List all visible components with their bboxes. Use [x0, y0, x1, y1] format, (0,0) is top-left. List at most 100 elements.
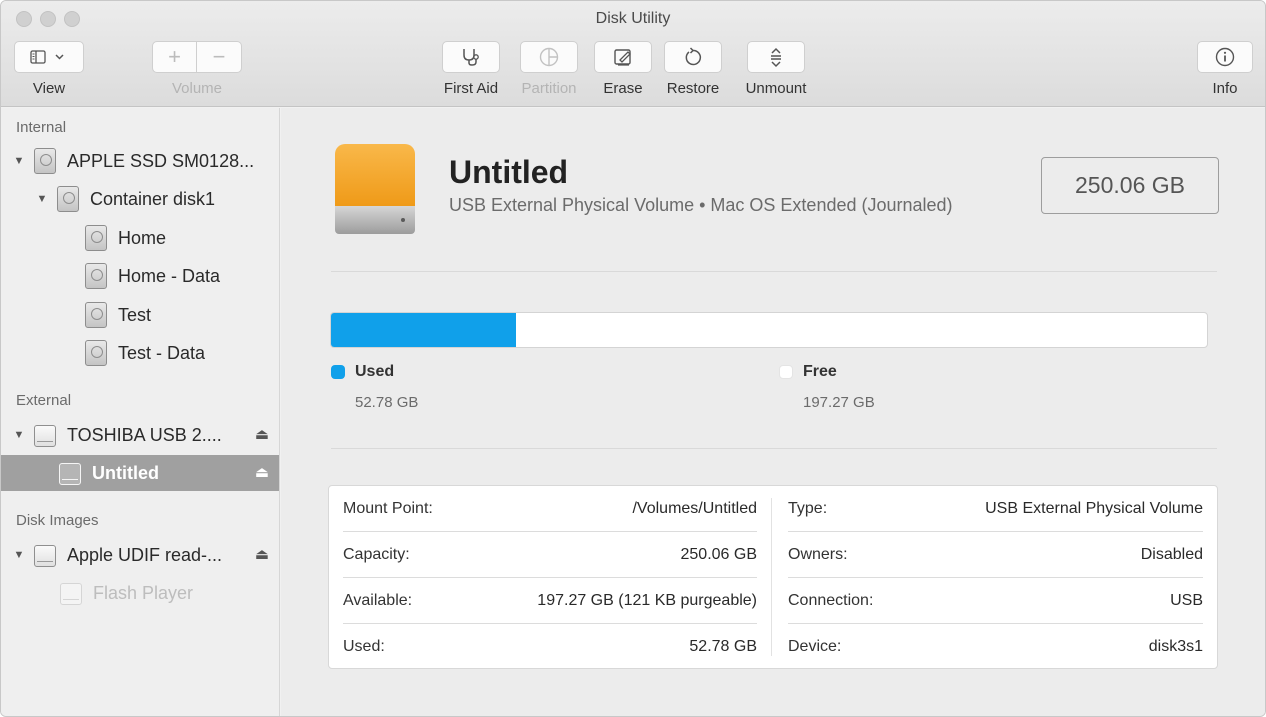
partition-pie-icon — [539, 47, 559, 67]
sidebar-item-test[interactable]: Test — [1, 297, 279, 333]
partition-group: Partition — [515, 41, 583, 97]
info-value: USB External Physical Volume — [985, 500, 1203, 517]
eject-icon[interactable]: ⏏ — [255, 545, 269, 563]
info-column-right: Type: USB External Physical Volume Owner… — [774, 486, 1217, 668]
restore-arrow-icon — [685, 47, 702, 66]
main-pane: Untitled USB External Physical Volume • … — [281, 108, 1265, 716]
partition-button[interactable] — [520, 41, 578, 73]
sidebar-toggle-icon — [30, 50, 64, 64]
eject-icon[interactable]: ⏏ — [255, 425, 269, 443]
sidebar-item-label: TOSHIBA USB 2.... — [67, 424, 222, 445]
sidebar-item-label: Test - Data — [118, 342, 206, 363]
info-column-left: Mount Point: /Volumes/Untitled Capacity:… — [329, 486, 771, 668]
restore-button[interactable] — [664, 41, 722, 73]
volume-icon — [85, 225, 107, 251]
first-aid-label: First Aid — [443, 80, 499, 97]
unmount-icon — [771, 47, 781, 68]
volume-icon — [85, 340, 107, 366]
info-value: 197.27 GB (121 KB purgeable) — [537, 592, 757, 609]
used-color-swatch — [331, 365, 345, 379]
sidebar-item-container-disk1[interactable]: ▼ Container disk1 — [1, 181, 279, 217]
sidebar-item-test-data[interactable]: Test - Data — [1, 335, 279, 371]
sidebar-item-label: Home — [118, 227, 167, 248]
volume-label: Volume — [171, 80, 223, 97]
info-value: Disabled — [1140, 546, 1203, 563]
view-label: View — [32, 80, 66, 97]
info-row-connection: Connection: USB — [788, 578, 1203, 624]
volume-icon — [85, 263, 107, 289]
volume-icon — [85, 302, 107, 328]
disclosure-triangle-icon[interactable]: ▼ — [12, 429, 26, 441]
disclosure-triangle-icon[interactable]: ▼ — [35, 193, 49, 205]
info-row-mount-point: Mount Point: /Volumes/Untitled — [343, 486, 757, 532]
info-value: 250.06 GB — [680, 546, 758, 563]
free-label: Free — [803, 363, 837, 380]
toolbar: Disk Utility View + − Volume First Aid P… — [1, 1, 1265, 107]
sidebar-item-home-data[interactable]: Home - Data — [1, 258, 279, 294]
sidebar-item-label: Home - Data — [118, 265, 221, 286]
sidebar-item-toshiba-usb[interactable]: ▼ TOSHIBA USB 2.... ⏏ — [1, 417, 279, 453]
legend-free: Free 197.27 GB — [779, 363, 1079, 423]
free-color-swatch — [779, 365, 793, 379]
sidebar-item-flash-player[interactable]: Flash Player — [1, 575, 279, 611]
partition-label: Partition — [521, 80, 577, 97]
plus-icon: + — [168, 44, 181, 69]
info-key: Type: — [788, 500, 828, 517]
volume-description: USB External Physical Volume • Mac OS Ex… — [449, 195, 953, 215]
info-value: USB — [1170, 592, 1203, 609]
erase-label: Erase — [603, 80, 643, 97]
volume-info-table: Mount Point: /Volumes/Untitled Capacity:… — [328, 485, 1218, 669]
info-icon — [1215, 47, 1235, 67]
disclosure-triangle-icon[interactable]: ▼ — [12, 155, 26, 167]
sidebar-item-label: Flash Player — [93, 582, 194, 603]
legend-used: Used 52.78 GB — [331, 363, 631, 423]
info-label: Info — [1212, 80, 1238, 97]
erase-group: Erase — [594, 41, 652, 97]
sidebar: Internal ▼ APPLE SSD SM0128... ▼ Contain… — [1, 108, 280, 716]
sidebar-item-home[interactable]: Home — [1, 220, 279, 256]
info-row-capacity: Capacity: 250.06 GB — [343, 532, 757, 578]
info-row-owners: Owners: Disabled — [788, 532, 1203, 578]
free-value: 197.27 GB — [803, 394, 875, 411]
info-row-used: Used: 52.78 GB — [343, 624, 757, 670]
info-value: /Volumes/Untitled — [632, 500, 757, 517]
stethoscope-icon — [463, 49, 479, 66]
sidebar-item-untitled[interactable]: Untitled ⏏ — [1, 455, 279, 491]
usage-bar-used-fill — [331, 313, 516, 347]
external-disk-icon — [34, 425, 56, 447]
info-key: Capacity: — [343, 546, 410, 563]
add-volume-button[interactable]: + — [152, 41, 197, 73]
info-row-device: Device: disk3s1 — [788, 624, 1203, 670]
unmount-button[interactable] — [747, 41, 805, 73]
sidebar-item-label: Test — [118, 304, 152, 325]
sidebar-item-label: Container disk1 — [90, 188, 216, 209]
internal-section-heading: Internal — [16, 119, 67, 136]
info-value: disk3s1 — [1148, 638, 1203, 655]
sidebar-item-apple-udif[interactable]: ▼ Apple UDIF read-... ⏏ — [1, 537, 279, 573]
erase-button[interactable] — [594, 41, 652, 73]
disclosure-triangle-icon[interactable]: ▼ — [12, 549, 26, 561]
first-aid-button[interactable] — [442, 41, 500, 73]
divider — [331, 448, 1217, 449]
disk-images-section-heading: Disk Images — [16, 512, 99, 529]
sidebar-item-apple-ssd[interactable]: ▼ APPLE SSD SM0128... — [1, 143, 279, 179]
info-value: 52.78 GB — [689, 638, 757, 655]
remove-volume-button[interactable]: − — [197, 41, 242, 73]
internal-disk-icon — [57, 186, 79, 212]
volume-group: + − Volume — [152, 41, 242, 97]
external-drive-icon — [335, 144, 415, 236]
info-key: Connection: — [788, 592, 874, 609]
eject-icon[interactable]: ⏏ — [255, 463, 269, 481]
used-label: Used — [355, 363, 395, 380]
divider — [331, 271, 1217, 272]
view-button[interactable] — [14, 41, 84, 73]
column-divider — [771, 498, 772, 656]
info-key: Owners: — [788, 546, 848, 563]
info-button[interactable] — [1197, 41, 1253, 73]
minus-icon: − — [212, 44, 226, 69]
external-disk-icon — [59, 463, 81, 485]
unmount-label: Unmount — [745, 80, 807, 97]
info-group: Info — [1197, 41, 1253, 97]
erase-pencil-icon — [614, 49, 631, 66]
disk-utility-window: Disk Utility View + − Volume First Aid P… — [0, 0, 1266, 717]
